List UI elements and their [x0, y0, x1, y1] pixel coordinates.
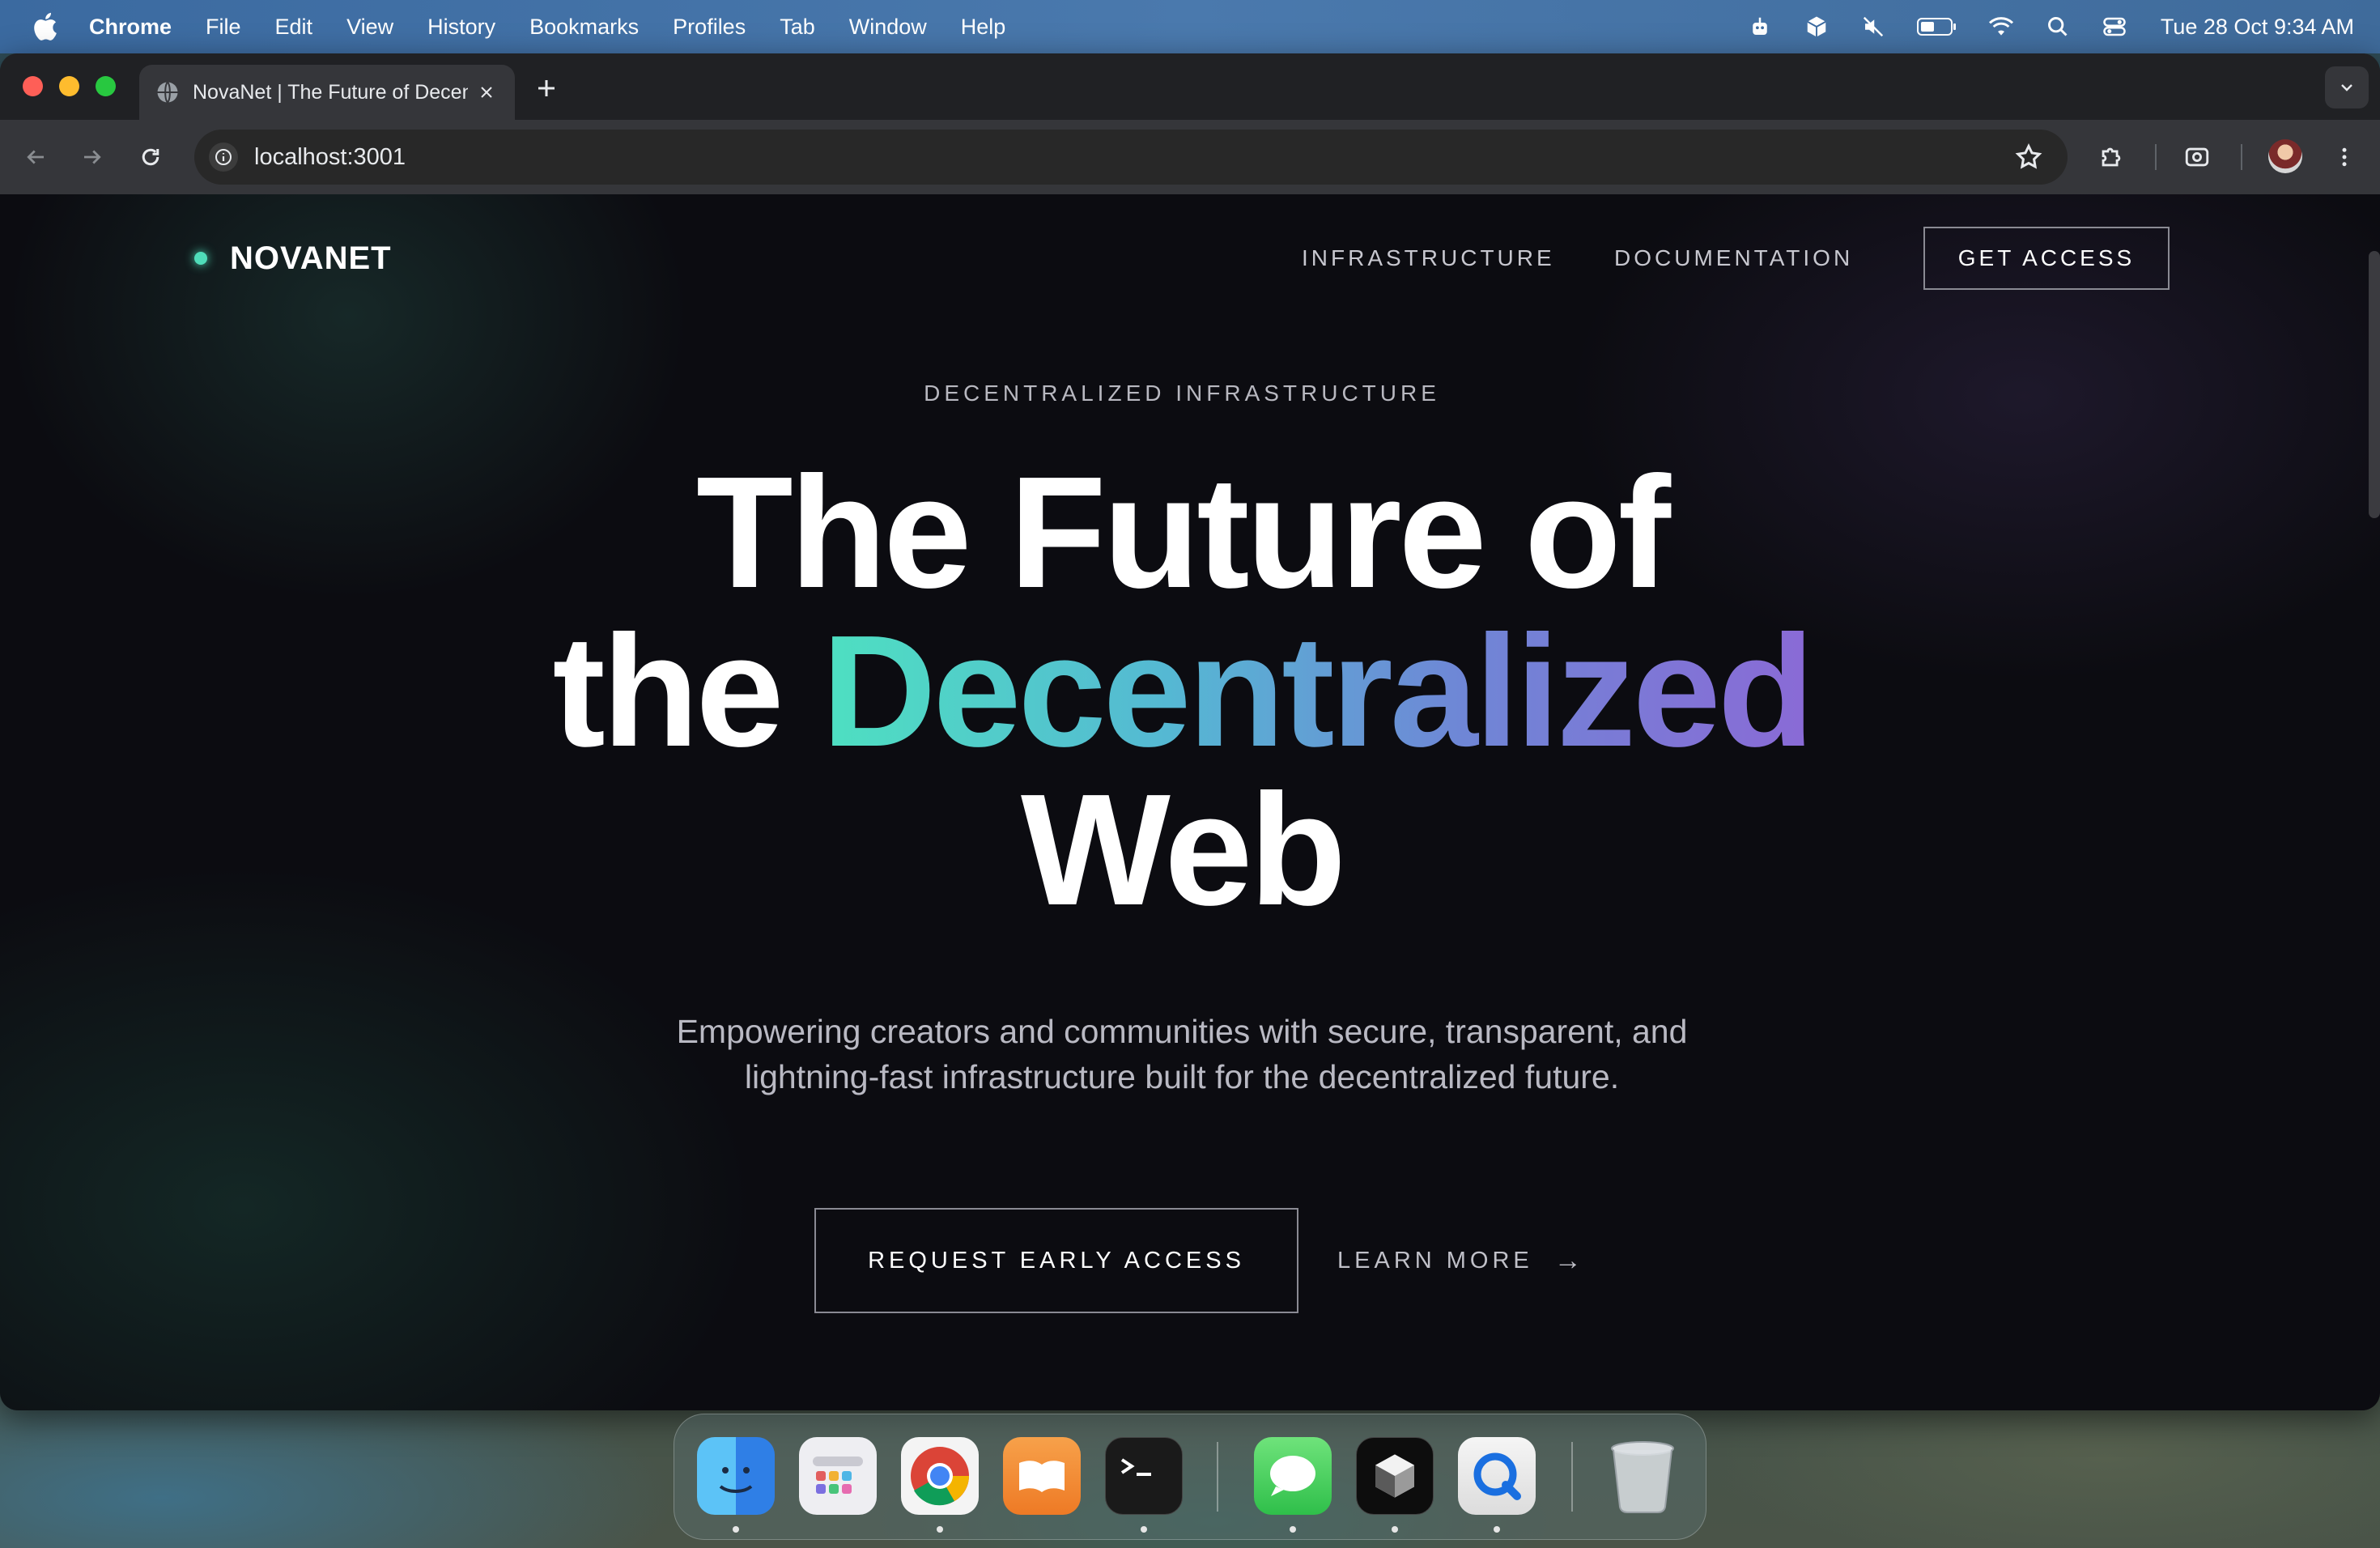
dock-separator — [1217, 1442, 1218, 1512]
profile-avatar[interactable] — [2268, 139, 2302, 173]
menu-edit[interactable]: Edit — [275, 15, 313, 40]
address-bar[interactable]: localhost:3001 — [194, 130, 2068, 185]
menu-bar: Chrome File Edit View History Bookmarks … — [0, 0, 2380, 53]
logo-dot-icon — [194, 252, 207, 265]
subtitle-line-2: lightning-fast infrastructure built for … — [744, 1058, 1620, 1095]
quicktime-icon[interactable] — [1458, 1437, 1536, 1515]
control-center-icon[interactable] — [2101, 13, 2128, 40]
headline-line-1: The Future of — [695, 444, 1671, 621]
back-arrow-icon[interactable] — [21, 142, 50, 172]
status-area: Tue 28 Oct 9:34 AM — [1717, 0, 2354, 53]
menu-tab[interactable]: Tab — [780, 15, 815, 40]
window-minimize-button[interactable] — [59, 76, 79, 96]
running-indicator — [937, 1526, 943, 1533]
screenshot-lens-icon[interactable] — [2182, 142, 2212, 172]
apple-menu-icon[interactable] — [31, 11, 63, 43]
browser-window: NovaNet | The Future of Decentralized We… — [0, 53, 2380, 1410]
hero-subtitle: Empowering creators and communities with… — [0, 1009, 2364, 1099]
window-close-button[interactable] — [23, 76, 43, 96]
menu-view[interactable]: View — [346, 15, 393, 40]
nav-link-documentation[interactable]: DOCUMENTATION — [1614, 227, 1853, 290]
running-indicator — [1392, 1526, 1398, 1533]
wifi-icon[interactable] — [1987, 13, 2015, 40]
launchpad-icon[interactable] — [799, 1437, 877, 1515]
tab-title: NovaNet | The Future of Decentralized We… — [193, 80, 468, 104]
running-indicator — [1141, 1526, 1147, 1533]
subtitle-line-1: Empowering creators and communities with… — [676, 1013, 1688, 1050]
get-access-button[interactable]: GET ACCESS — [1923, 227, 2170, 290]
tab-search-chevron-icon[interactable] — [2325, 66, 2369, 108]
menu-help[interactable]: Help — [961, 15, 1006, 40]
toolbar-separator — [2155, 144, 2157, 170]
arrow-right-icon: → — [1553, 1244, 1582, 1276]
browser-toolbar: localhost:3001 — [0, 120, 2380, 194]
logo-text: NOVANET — [230, 240, 392, 276]
menu-profiles[interactable]: Profiles — [673, 15, 746, 40]
running-indicator — [1290, 1526, 1296, 1533]
messages-icon[interactable] — [1254, 1437, 1332, 1515]
bookmark-star-icon[interactable] — [2014, 142, 2043, 172]
tab-strip: NovaNet | The Future of Decentralized We… — [0, 53, 2380, 120]
browser-tab-active[interactable]: NovaNet | The Future of Decentralized We… — [139, 65, 515, 120]
request-early-access-button[interactable]: REQUEST EARLY ACCESS — [814, 1208, 1298, 1313]
mute-icon[interactable] — [1859, 13, 1887, 40]
menu-bookmarks[interactable]: Bookmarks — [529, 15, 639, 40]
forward-arrow-icon[interactable] — [78, 142, 107, 172]
headline-line-2: the Decentralized — [0, 612, 2364, 771]
robot-icon[interactable] — [1746, 13, 1774, 40]
running-indicator — [1494, 1526, 1500, 1533]
cube-status-icon[interactable] — [1803, 13, 1830, 40]
menu-app-name[interactable]: Chrome — [89, 15, 172, 40]
menu-history[interactable]: History — [427, 15, 495, 40]
extensions-puzzle-icon[interactable] — [2097, 142, 2126, 172]
menubar-clock[interactable]: Tue 28 Oct 9:34 AM — [2161, 15, 2354, 40]
site-info-icon[interactable] — [209, 142, 238, 172]
trash-icon[interactable] — [1604, 1437, 1681, 1515]
running-indicator — [733, 1526, 739, 1533]
hero-eyebrow: DECENTRALIZED INFRASTRUCTURE — [924, 381, 1440, 406]
learn-more-label: LEARN MORE — [1337, 1247, 1533, 1274]
reload-icon[interactable] — [136, 142, 165, 172]
learn-more-link[interactable]: LEARN MORE → — [1337, 1208, 1582, 1313]
spotlight-search-icon[interactable] — [2044, 13, 2072, 40]
page-scrollbar[interactable] — [2369, 251, 2380, 518]
terminal-icon[interactable] — [1105, 1437, 1183, 1515]
window-zoom-button[interactable] — [96, 76, 116, 96]
dock-separator — [1571, 1442, 1573, 1512]
books-icon[interactable] — [1003, 1437, 1081, 1515]
site-nav: NOVANET INFRASTRUCTURE DOCUMENTATION GET… — [194, 227, 2170, 290]
menu-file[interactable]: File — [206, 15, 241, 40]
finder-icon[interactable] — [697, 1437, 775, 1515]
menu-window[interactable]: Window — [849, 15, 927, 40]
globe-favicon-icon — [157, 81, 178, 104]
web-page: NOVANET INFRASTRUCTURE DOCUMENTATION GET… — [0, 194, 2380, 1410]
cube-app-icon[interactable] — [1356, 1437, 1434, 1515]
headline-line-3: Web — [1020, 761, 1346, 938]
site-logo[interactable]: NOVANET — [194, 227, 392, 290]
nav-link-infrastructure[interactable]: INFRASTRUCTURE — [1302, 227, 1555, 290]
chrome-icon[interactable] — [901, 1437, 979, 1515]
more-menu-icon[interactable] — [2330, 142, 2359, 172]
hero-headline: The Future of the Decentralized Web — [0, 453, 2364, 929]
dock — [674, 1414, 1706, 1540]
headline-gradient-word: Decentralized — [821, 602, 1814, 780]
toolbar-separator — [2241, 144, 2242, 170]
battery-icon[interactable] — [1916, 13, 1958, 40]
headline-line-2-prefix: the — [552, 602, 822, 780]
new-tab-plus-icon[interactable] — [534, 76, 559, 100]
tab-close-icon[interactable] — [476, 82, 497, 103]
url-text[interactable]: localhost:3001 — [254, 144, 406, 171]
